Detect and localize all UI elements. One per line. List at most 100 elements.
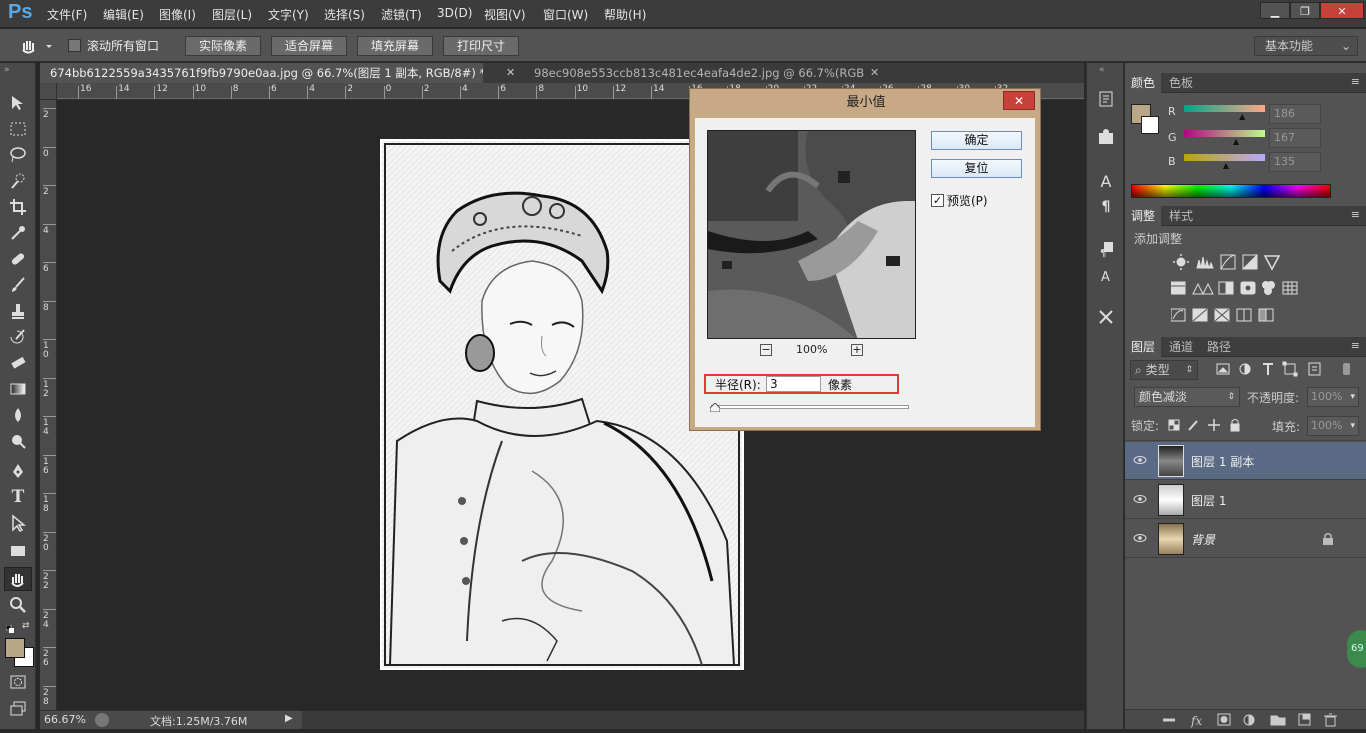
character-styles-icon[interactable]: ¶ <box>1092 237 1120 261</box>
visibility-eye-icon[interactable] <box>1133 492 1147 506</box>
panel-menu-icon[interactable]: ≡ <box>1351 208 1360 221</box>
layer-row-3[interactable]: 背景 <box>1125 520 1366 558</box>
layer-row-2[interactable]: 图层 1 <box>1125 481 1366 519</box>
opacity-field[interactable]: 100% ▾ <box>1307 387 1359 407</box>
collapse-toolbar-icon[interactable]: » <box>4 65 10 75</box>
swap-colors-icon[interactable]: ⇄ <box>22 621 30 631</box>
color-panel-background-swatch[interactable] <box>1141 116 1159 134</box>
radius-slider-track[interactable] <box>711 405 909 409</box>
hand-tool-preset-icon[interactable] <box>20 36 54 56</box>
ok-button[interactable]: 确定 <box>931 131 1022 150</box>
tab-styles[interactable]: 样式 <box>1163 206 1199 226</box>
filter-preview[interactable] <box>707 130 916 339</box>
visibility-eye-icon[interactable] <box>1133 531 1147 545</box>
foreground-color-swatch[interactable] <box>5 638 25 658</box>
tab-color[interactable]: 颜色 <box>1125 73 1162 93</box>
brush-tool-icon[interactable] <box>4 273 32 297</box>
close-window-button[interactable]: ✕ <box>1320 2 1364 19</box>
workspace-select[interactable]: 基本功能 ⌄ <box>1254 36 1358 56</box>
collapse-panels-icon[interactable]: « <box>1099 65 1105 75</box>
menu-view[interactable]: 视图(V) <box>484 6 526 23</box>
tab-document-1[interactable]: 674bb6122559a3435761f9fb9790e0aa.jpg @ 6… <box>40 63 483 83</box>
tab-paths[interactable]: 路径 <box>1201 337 1237 357</box>
scroll-all-checkbox[interactable] <box>68 39 81 52</box>
green-value-field[interactable]: 167 <box>1269 128 1321 148</box>
default-colors-icon[interactable] <box>5 622 14 633</box>
blur-tool-icon[interactable] <box>4 403 32 427</box>
radius-input[interactable] <box>766 376 821 392</box>
tab-layers[interactable]: 图层 <box>1125 337 1162 357</box>
rectangle-tool-icon[interactable] <box>4 539 32 563</box>
green-slider-thumb[interactable]: ▲ <box>1233 138 1239 146</box>
lasso-tool-icon[interactable] <box>4 143 32 167</box>
dodge-tool-icon[interactable] <box>4 429 32 453</box>
zoom-in-button[interactable]: + <box>851 344 863 356</box>
menu-filter[interactable]: 滤镜(T) <box>381 6 422 23</box>
clone-stamp-tool-icon[interactable] <box>4 299 32 323</box>
lock-icons[interactable] <box>1167 418 1257 432</box>
character-panel-icon[interactable]: A <box>1092 169 1120 193</box>
menu-help[interactable]: 帮助(H) <box>604 6 646 23</box>
quick-selection-tool-icon[interactable] <box>4 169 32 193</box>
fit-screen-button[interactable]: 适合屏幕 <box>271 36 347 56</box>
layer-row-1[interactable]: 图层 1 副本 <box>1125 442 1366 480</box>
blue-slider[interactable] <box>1184 154 1265 161</box>
layer-name[interactable]: 背景 <box>1191 531 1215 548</box>
path-selection-tool-icon[interactable] <box>4 511 32 535</box>
healing-brush-tool-icon[interactable] <box>4 247 32 271</box>
menu-edit[interactable]: 编辑(E) <box>103 6 144 23</box>
tab-close-icon[interactable]: ✕ <box>870 63 879 83</box>
blend-mode-select[interactable]: 颜色减淡 ⇕ <box>1134 387 1240 407</box>
red-slider[interactable] <box>1184 105 1265 112</box>
tab-channels[interactable]: 通道 <box>1163 337 1199 357</box>
reset-button[interactable]: 复位 <box>931 159 1022 178</box>
ruler-origin[interactable] <box>40 83 57 100</box>
fill-field[interactable]: 100% ▾ <box>1307 416 1359 436</box>
marquee-tool-icon[interactable] <box>4 117 32 141</box>
type-tool-icon[interactable]: T <box>4 485 32 509</box>
dialog-close-button[interactable]: ✕ <box>1003 91 1035 110</box>
eyedropper-tool-icon[interactable] <box>4 221 32 245</box>
red-value-field[interactable]: 186 <box>1269 104 1321 124</box>
menu-select[interactable]: 选择(S) <box>324 6 365 23</box>
gradient-tool-icon[interactable] <box>4 377 32 401</box>
tab-swatches[interactable]: 色板 <box>1163 73 1199 93</box>
history-brush-tool-icon[interactable] <box>4 325 32 349</box>
layer-name[interactable]: 图层 1 <box>1191 492 1226 509</box>
blue-slider-thumb[interactable]: ▲ <box>1223 162 1229 170</box>
panel-menu-icon[interactable]: ≡ <box>1351 75 1360 88</box>
menu-window[interactable]: 窗口(W) <box>543 6 588 23</box>
panel-menu-icon[interactable]: ≡ <box>1351 339 1360 352</box>
history-panel-icon[interactable] <box>1092 87 1120 111</box>
tab-adjustments[interactable]: 调整 <box>1125 206 1162 226</box>
status-menu-arrow-icon[interactable]: ▶ <box>285 713 293 724</box>
horizontal-scrollbar[interactable] <box>302 711 1084 729</box>
green-slider[interactable] <box>1184 130 1265 137</box>
paragraph-styles-icon[interactable]: A <box>1092 263 1120 287</box>
tab-close-icon[interactable]: ✕ <box>506 63 515 83</box>
layer-name[interactable]: 图层 1 副本 <box>1191 453 1254 470</box>
print-size-button[interactable]: 打印尺寸 <box>443 36 519 56</box>
menu-type[interactable]: 文字(Y) <box>268 6 309 23</box>
radius-slider-thumb[interactable] <box>709 401 721 413</box>
menu-layer[interactable]: 图层(L) <box>212 6 252 23</box>
move-tool-icon[interactable] <box>4 91 32 115</box>
layer-filter-icons[interactable] <box>1215 361 1355 377</box>
crop-tool-icon[interactable] <box>4 195 32 219</box>
quick-mask-icon[interactable] <box>4 670 32 694</box>
restore-button[interactable]: ❐ <box>1290 2 1320 19</box>
fill-screen-button[interactable]: 填充屏幕 <box>357 36 433 56</box>
menu-file[interactable]: 文件(F) <box>47 6 87 23</box>
blue-value-field[interactable]: 135 <box>1269 152 1321 172</box>
paragraph-panel-icon[interactable]: ¶ <box>1092 195 1120 219</box>
pen-tool-icon[interactable] <box>4 459 32 483</box>
red-slider-thumb[interactable]: ▲ <box>1239 113 1245 121</box>
visibility-eye-icon[interactable] <box>1133 453 1147 467</box>
tab-document-2[interactable]: 98ec908e553ccb813c481ec4eafa4de2.jpg @ 6… <box>524 63 864 83</box>
preview-checkbox[interactable]: ✓ <box>931 194 944 207</box>
screen-mode-icon[interactable] <box>4 697 32 721</box>
zoom-level[interactable]: 66.67% <box>44 713 86 726</box>
hand-tool-icon[interactable] <box>4 567 32 591</box>
eraser-tool-icon[interactable] <box>4 351 32 375</box>
zoom-out-button[interactable]: − <box>760 344 772 356</box>
